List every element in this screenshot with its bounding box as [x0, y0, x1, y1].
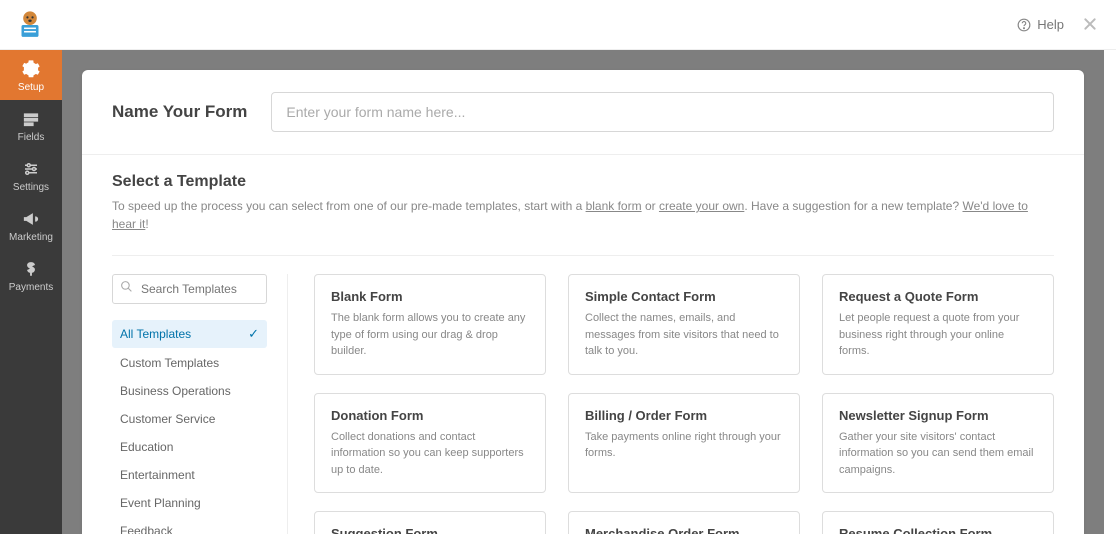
template-title: Newsletter Signup Form	[839, 408, 1037, 423]
nav-label: Marketing	[9, 232, 53, 243]
template-title: Merchandise Order Form	[585, 526, 783, 534]
template-sidebar: All Templates ✓ Custom Templates Business O…	[112, 274, 288, 534]
category-item[interactable]: All Templates ✓	[112, 320, 267, 348]
category-label: Education	[120, 440, 173, 454]
template-card[interactable]: Simple Contact Form Collect the names, em…	[568, 274, 800, 375]
form-name-input[interactable]	[271, 92, 1054, 132]
nav-payments[interactable]: Payments	[0, 250, 62, 300]
sliders-icon	[21, 159, 41, 179]
category-item[interactable]: Feedback	[112, 518, 267, 534]
template-title: Donation Form	[331, 408, 529, 423]
nav-label: Settings	[13, 182, 49, 193]
template-desc: Collect donations and contact informatio…	[331, 429, 529, 479]
create-own-link[interactable]: create your own	[659, 199, 744, 213]
select-template-desc: To speed up the process you can select f…	[112, 197, 1054, 233]
template-desc: Take payments online right through your …	[585, 429, 783, 462]
gear-icon	[21, 59, 41, 79]
template-card[interactable]: Merchandise Order FormUse this template …	[568, 511, 800, 534]
template-title: Billing / Order Form	[585, 408, 783, 423]
search-icon	[120, 280, 133, 298]
category-item[interactable]: Custom Templates	[112, 350, 267, 376]
wpforms-logo	[0, 0, 60, 50]
top-bar: Help	[0, 0, 1116, 50]
search-templates-input[interactable]	[112, 274, 267, 304]
template-card[interactable]: Blank Form The blank form allows you to c…	[314, 274, 546, 375]
select-template-header: Select a Template To speed up the proces…	[82, 155, 1084, 241]
help-icon	[1017, 18, 1031, 32]
category-item[interactable]: Customer Service	[112, 406, 267, 432]
main-stage: Name Your Form Select a Template To spee…	[62, 50, 1104, 534]
nav-settings[interactable]: Settings	[0, 150, 62, 200]
template-title: Suggestion Form	[331, 526, 529, 534]
check-icon: ✓	[248, 326, 259, 342]
template-desc: Collect the names, emails, and messages …	[585, 310, 783, 360]
template-desc: The blank form allows you to create any …	[331, 310, 529, 360]
name-form-row: Name Your Form	[82, 70, 1084, 154]
category-label: All Templates	[120, 327, 191, 341]
category-label: Custom Templates	[120, 356, 219, 370]
template-desc: Gather your site visitors' contact infor…	[839, 429, 1037, 479]
category-label: Customer Service	[120, 412, 215, 426]
nav-fields[interactable]: Fields	[0, 100, 62, 150]
category-item[interactable]: Entertainment	[112, 462, 267, 488]
category-label: Feedback	[120, 524, 173, 534]
category-label: Business Operations	[120, 384, 231, 398]
select-template-title: Select a Template	[112, 173, 1054, 191]
nav-label: Payments	[9, 282, 53, 293]
setup-panel: Name Your Form Select a Template To spee…	[82, 70, 1084, 534]
template-title: Resume Collection Form	[839, 526, 1037, 534]
help-label: Help	[1037, 17, 1064, 32]
category-item[interactable]: Business Operations	[112, 378, 267, 404]
template-card[interactable]: Suggestion FormGather site visitor sugge…	[314, 511, 546, 534]
category-label: Event Planning	[120, 496, 201, 510]
category-item[interactable]: Education	[112, 434, 267, 460]
template-card[interactable]: Newsletter Signup Form Gather your site v…	[822, 393, 1054, 494]
template-grid: Blank Form The blank form allows you to c…	[314, 274, 1054, 534]
nav-label: Setup	[18, 82, 44, 93]
template-card[interactable]: Resume Collection FormEasily collect app…	[822, 511, 1054, 534]
megaphone-icon	[21, 209, 41, 229]
template-card[interactable]: Request a Quote Form Let people request a…	[822, 274, 1054, 375]
category-label: Entertainment	[120, 468, 195, 482]
help-link[interactable]: Help	[1017, 17, 1064, 32]
dollar-icon	[21, 259, 41, 279]
template-title: Request a Quote Form	[839, 289, 1037, 304]
close-button[interactable]	[1082, 12, 1098, 38]
nav-label: Fields	[18, 132, 45, 143]
template-card[interactable]: Billing / Order Form Take payments online…	[568, 393, 800, 494]
template-title: Simple Contact Form	[585, 289, 783, 304]
name-form-title: Name Your Form	[112, 102, 247, 122]
nav-setup[interactable]: Setup	[0, 50, 62, 100]
side-nav: Setup Fields Settings Marketing Payments	[0, 50, 62, 534]
category-list: All Templates ✓ Custom Templates Business O…	[112, 320, 267, 534]
category-item[interactable]: Event Planning	[112, 490, 267, 516]
close-icon	[1082, 16, 1098, 32]
template-card[interactable]: Donation Form Collect donations and conta…	[314, 393, 546, 494]
template-title: Blank Form	[331, 289, 529, 304]
nav-marketing[interactable]: Marketing	[0, 200, 62, 250]
fields-icon	[21, 109, 41, 129]
blank-form-link[interactable]: blank form	[586, 199, 642, 213]
template-desc: Let people request a quote from your bus…	[839, 310, 1037, 360]
